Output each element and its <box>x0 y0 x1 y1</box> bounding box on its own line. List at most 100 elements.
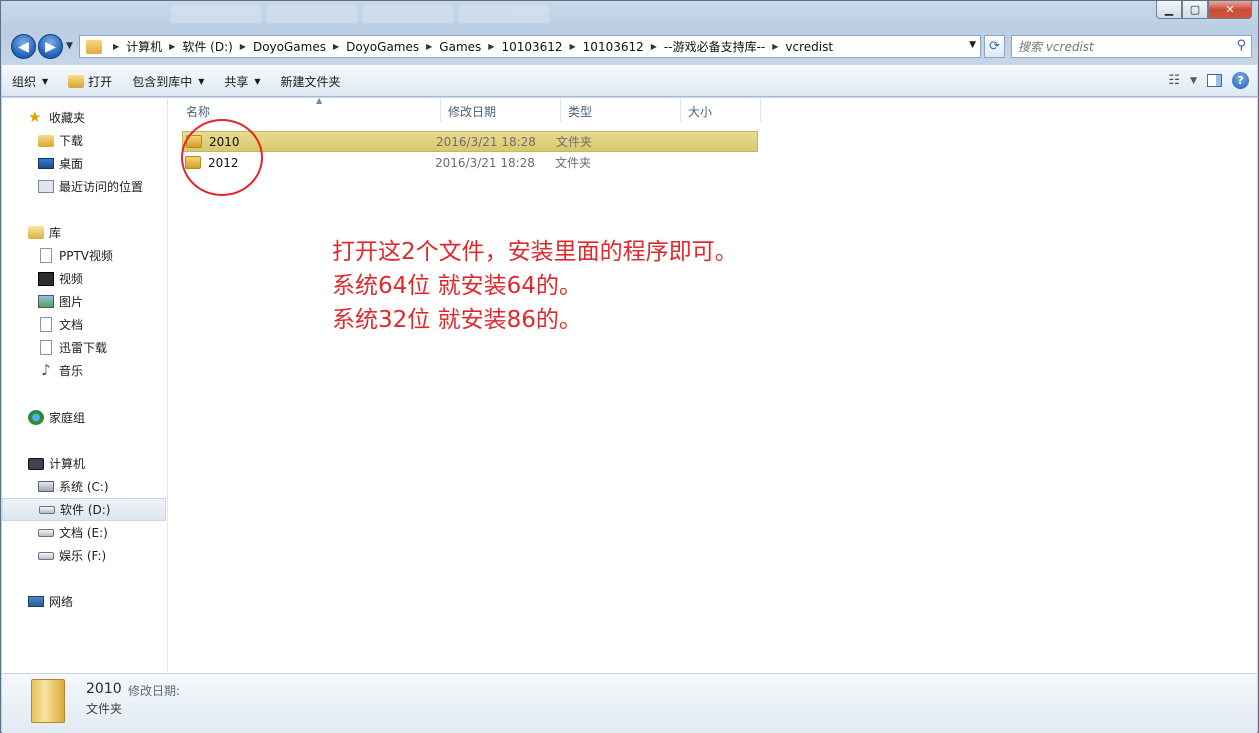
breadcrumb-doyogames-2[interactable]: DoyoGames <box>346 40 419 54</box>
nav-label: 库 <box>49 226 62 240</box>
nav-item-drive-c[interactable]: 系统 (C:) <box>2 475 166 498</box>
address-dropdown-icon[interactable]: ▼ <box>969 40 976 50</box>
annotation-line: 系统64位 就安装64的。 <box>332 273 582 299</box>
nav-item-videos[interactable]: 视频 <box>2 267 113 290</box>
nav-item-drive-d[interactable]: 软件 (D:) <box>2 498 166 521</box>
details-modified-label: 修改日期: <box>128 684 181 698</box>
chevron-right-icon[interactable]: ▶ <box>772 42 778 51</box>
column-header-name[interactable]: 名称 <box>179 98 441 122</box>
share-button[interactable]: 共享 ▼ <box>214 68 270 94</box>
open-button[interactable]: 打开 <box>58 68 122 94</box>
new-folder-button[interactable]: 新建文件夹 <box>271 68 351 94</box>
nav-label: 家庭组 <box>49 411 86 425</box>
library-icon <box>28 226 44 239</box>
help-icon[interactable]: ? <box>1232 72 1249 89</box>
chevron-right-icon[interactable]: ▶ <box>169 42 175 51</box>
chevron-right-icon[interactable]: ▶ <box>651 42 657 51</box>
navigation-pane: ★ 收藏夹 下载 桌面 最近访问的位置 库 PPTV视频 视频 图片 文档 迅雷… <box>2 98 168 673</box>
organize-button[interactable]: 组织 ▼ <box>2 68 58 94</box>
file-name-cell: 2010 <box>183 135 436 149</box>
nav-favorites[interactable]: ★ 收藏夹 <box>2 106 143 129</box>
breadcrumb-10103612-2[interactable]: 10103612 <box>583 40 644 54</box>
chevron-right-icon[interactable]: ▶ <box>333 42 339 51</box>
breadcrumb-drive-d[interactable]: 软件 (D:) <box>182 38 232 55</box>
nav-computer[interactable]: 计算机 <box>2 452 166 475</box>
sort-ascending-icon: ▲ <box>316 96 323 105</box>
close-button[interactable]: ✕ <box>1208 1 1252 19</box>
column-header-type[interactable]: 类型 <box>561 98 681 122</box>
nav-item-drive-f[interactable]: 娱乐 (F:) <box>2 544 166 567</box>
drive-icon <box>39 505 55 514</box>
view-options-icon[interactable]: ☷ <box>1168 73 1180 88</box>
chevron-right-icon[interactable]: ▶ <box>488 42 494 51</box>
nav-item-desktop[interactable]: 桌面 <box>2 152 143 175</box>
include-library-label: 包含到库中 <box>132 74 193 89</box>
nav-label: 文档 (E:) <box>59 526 108 540</box>
desktop-icon <box>38 158 54 169</box>
nav-label: 桌面 <box>59 157 84 171</box>
nav-item-drive-e[interactable]: 文档 (E:) <box>2 521 166 544</box>
back-button[interactable]: ◀ <box>11 34 36 59</box>
chevron-right-icon[interactable]: ▶ <box>426 42 432 51</box>
drive-icon <box>38 528 54 537</box>
address-bar[interactable]: ▶ 计算机 ▶ 软件 (D:) ▶ DoyoGames ▶ DoyoGames … <box>79 35 981 58</box>
nav-homegroup[interactable]: 家庭组 <box>2 406 85 429</box>
breadcrumb-doyogames-1[interactable]: DoyoGames <box>253 40 326 54</box>
nav-label: 迅雷下载 <box>59 341 108 355</box>
system-drive-icon <box>38 481 54 492</box>
recent-pages-dropdown-icon[interactable]: ▼ <box>66 41 73 51</box>
toolbar-right-group: ☷ ▼ ? <box>1168 72 1249 89</box>
details-item-name: 2010 <box>86 681 122 697</box>
nav-item-recent-places[interactable]: 最近访问的位置 <box>2 175 143 198</box>
nav-item-downloads[interactable]: 下载 <box>2 129 143 152</box>
chevron-right-icon[interactable]: ▶ <box>570 42 576 51</box>
nav-label: 软件 (D:) <box>60 503 111 517</box>
breadcrumb-support-lib[interactable]: --游戏必备支持库-- <box>664 38 765 55</box>
minimize-button[interactable]: ▁ <box>1156 1 1182 19</box>
recent-places-icon <box>38 180 54 193</box>
explorer-window: ▁ ▢ ✕ ◀ ▶ ▼ ▶ 计算机 ▶ 软件 (D:) ▶ DoyoGames … <box>0 0 1259 733</box>
view-dropdown-icon[interactable]: ▼ <box>1190 76 1197 86</box>
chevron-down-icon: ▼ <box>198 76 205 86</box>
file-name: 2012 <box>208 155 239 170</box>
search-icon[interactable]: ⚲ <box>1236 38 1246 53</box>
open-label: 打开 <box>88 74 113 89</box>
file-row[interactable]: 2012 2016/3/21 18:28 文件夹 <box>182 152 758 173</box>
nav-item-documents[interactable]: 文档 <box>2 313 113 336</box>
folder-icon <box>185 156 201 169</box>
breadcrumb-games[interactable]: Games <box>439 40 481 54</box>
nav-item-pictures[interactable]: 图片 <box>2 290 113 313</box>
column-header-date[interactable]: 修改日期 <box>441 98 561 122</box>
breadcrumb-computer[interactable]: 计算机 <box>126 38 162 55</box>
nav-label: 视频 <box>59 272 84 286</box>
file-date: 2016/3/21 18:28 <box>436 134 536 149</box>
file-row[interactable]: 2010 2016/3/21 18:28 文件夹 <box>182 131 758 152</box>
maximize-button[interactable]: ▢ <box>1182 1 1208 19</box>
music-note-icon: ♪ <box>41 361 51 379</box>
drive-icon <box>38 551 54 560</box>
refresh-button[interactable]: ⟳ <box>984 35 1005 58</box>
star-icon: ★ <box>28 108 42 126</box>
thunder-library-icon <box>40 340 52 355</box>
nav-item-music[interactable]: ♪ 音乐 <box>2 359 113 382</box>
nav-item-thunder-downloads[interactable]: 迅雷下载 <box>2 336 113 359</box>
search-input[interactable] <box>1012 36 1222 57</box>
chevron-down-icon: ▼ <box>42 76 49 86</box>
annotation-line: 系统32位 就安装86的。 <box>332 307 582 333</box>
breadcrumb-10103612-1[interactable]: 10103612 <box>501 40 562 54</box>
file-name: 2010 <box>209 134 240 149</box>
preview-pane-icon[interactable] <box>1207 74 1222 87</box>
nav-item-pptv-video[interactable]: PPTV视频 <box>2 244 113 267</box>
nav-network[interactable]: 网络 <box>2 590 73 613</box>
nav-libraries[interactable]: 库 <box>2 221 113 244</box>
chevron-right-icon[interactable]: ▶ <box>240 42 246 51</box>
forward-button[interactable]: ▶ <box>38 34 63 59</box>
chevron-right-icon[interactable]: ▶ <box>113 42 119 51</box>
column-header-size[interactable]: 大小 <box>681 98 761 122</box>
details-item-type: 文件夹 <box>86 702 123 716</box>
details-pane: 2010 修改日期: 文件夹 <box>2 673 1257 733</box>
breadcrumb-vcredist[interactable]: vcredist <box>785 40 833 54</box>
nav-label: 计算机 <box>49 457 86 471</box>
include-in-library-button[interactable]: 包含到库中 ▼ <box>122 68 214 94</box>
nav-label: 收藏夹 <box>49 111 86 125</box>
